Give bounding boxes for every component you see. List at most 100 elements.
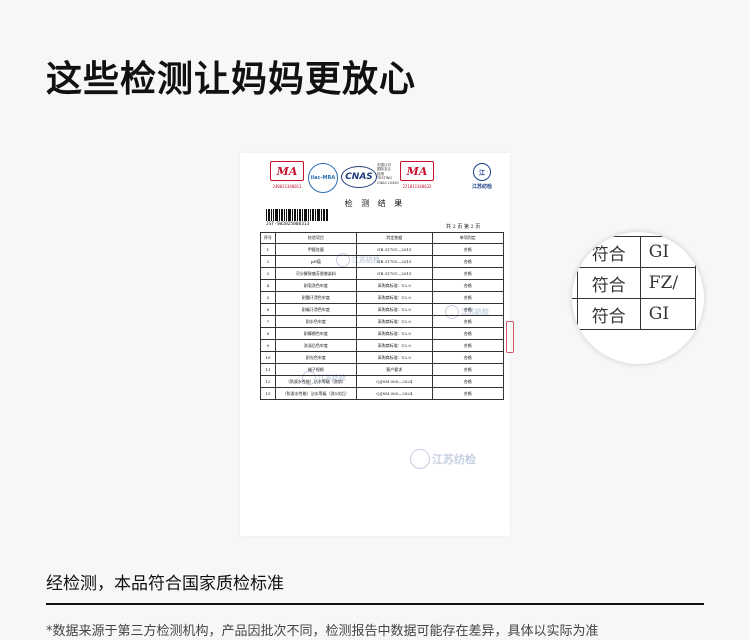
cell-result: 合格	[431, 327, 505, 340]
cell-no: 11	[260, 363, 276, 376]
zoom-cell: FZ/	[639, 267, 697, 299]
watermark: 江苏纺检	[445, 305, 489, 319]
page-info: 共 2 页 第 2 页	[446, 224, 481, 230]
zoom-cell: 符合	[576, 267, 641, 299]
watermark-logo-icon	[410, 449, 430, 469]
zoom-row: 符合 GI	[572, 298, 697, 330]
cell-item: 耐酸汗渍色牢度	[274, 291, 358, 304]
table-row: 1 甲醛含量 GB 31701—2015 合格	[260, 243, 505, 256]
cnas-side-line: CNAS L0450	[377, 180, 399, 185]
zoom-cell: 符合	[576, 236, 641, 268]
caption: 经检测，本品符合国家质检标准	[46, 574, 284, 594]
cell-no: 9	[260, 339, 276, 352]
table-row: 4 耐皂洗色牢度 采购商标准：V2.0 合格	[260, 279, 505, 292]
cell-basis: GB 31701—2015	[356, 267, 433, 280]
ma-logo-left: MA 240011340011	[270, 161, 304, 189]
ilac-mra-icon: ilac-MRA	[308, 163, 338, 193]
cell-result: 合格	[431, 339, 505, 352]
cell-item: 可分解致癌芳香胺染料	[274, 267, 358, 280]
header-no: 序号	[260, 232, 276, 244]
header-item: 检验项目	[274, 232, 358, 244]
magnified-detail: 符合 GI 符合 FZ/符合 GI	[572, 232, 704, 364]
cell-basis: 采购商标准：V2.0	[356, 303, 433, 316]
disclaimer: *数据来源于第三方检测机构，产品因批次不同，检测报告中数据可能存在差异，具体以实…	[46, 624, 599, 639]
cell-item: 耐摩擦色牢度	[274, 327, 358, 340]
cell-item: 耐光色牢度	[274, 351, 358, 364]
cell-result: 合格	[431, 363, 505, 376]
cell-basis: 采购商标准：V2.0	[356, 279, 433, 292]
table-row: 3 可分解致癌芳香胺染料 GB 31701—2015 合格	[260, 267, 505, 280]
cell-result: 合格	[431, 243, 505, 256]
zoom-cell: GI	[639, 298, 697, 330]
barcode-icon	[266, 209, 328, 221]
table-row: 10 耐光色牢度 采购商标准：V2.0 合格	[260, 351, 505, 364]
table-row: 13 （防泼水性能）沾水等级（洗5次后） Q/JSM 000—2024 合格	[260, 387, 505, 400]
cnas-icon: CNAS	[341, 166, 377, 188]
report-logos: MA 240011340011 ilac-MRA CNAS 中国认可 国际互认 …	[240, 153, 510, 203]
cell-result: 合格	[431, 375, 505, 388]
watermark-logo-icon	[336, 253, 350, 267]
cnas-side-text: 中国认可 国际互认 检测 TESTING CNAS L0450	[377, 163, 399, 185]
ma-mark-icon: MA	[270, 161, 304, 181]
cell-basis: Q/JSM 000—2024	[356, 387, 433, 400]
watermark-text: 江苏纺检	[432, 453, 476, 466]
ma-right-code: 221011340632	[402, 184, 432, 189]
brand-text: 江苏纺检	[472, 184, 493, 190]
watermark-text: 江苏纺检	[352, 256, 380, 264]
cell-no: 3	[260, 267, 276, 280]
headline: 这些检测让妈妈更放心	[46, 59, 417, 100]
cell-no: 10	[260, 351, 276, 364]
zoom-cell: 符合	[576, 298, 641, 330]
cell-item: 耐碱汗渍色牢度	[274, 303, 358, 316]
table-row: 8 耐摩擦色牢度 采购商标准：V2.0 合格	[260, 327, 505, 340]
divider	[46, 603, 704, 605]
zoomed-table: 符合 GI 符合 FZ/符合 GI	[572, 236, 697, 330]
brand-logo: 江 江苏纺检	[472, 163, 492, 190]
report-title: 检 测 结 果	[344, 199, 406, 208]
cell-basis: Q/JSM 000—2024	[356, 375, 433, 388]
cell-item: （防泼水性能）沾水等级（洗5次后）	[274, 387, 358, 400]
table-row: 12 （防泼水性能）沾水等级（洗前） Q/JSM 000—2024 合格	[260, 375, 505, 388]
cell-result: 合格	[431, 387, 505, 400]
cell-no: 2	[260, 255, 276, 268]
ma-left-code: 240011340011	[272, 184, 302, 189]
cell-basis: 采购商标准：V2.0	[356, 339, 433, 352]
cell-no: 7	[260, 315, 276, 328]
ma-mark-icon: MA	[400, 161, 434, 181]
cell-no: 12	[260, 375, 276, 388]
ilac-logo: ilac-MRA	[308, 163, 338, 193]
watermark: 江苏纺检	[336, 253, 380, 267]
cell-no: 5	[260, 291, 276, 304]
cell-result: 合格	[431, 279, 505, 292]
table-row: 9 洗涤后色牢度 采购商标准：V2.0 合格	[260, 339, 505, 352]
cell-item: 洗涤后色牢度	[274, 339, 358, 352]
cnas-logo: CNAS	[341, 163, 377, 191]
watermark-logo-icon	[302, 371, 316, 385]
report-number: JST-SW2025008313	[266, 222, 310, 227]
cell-no: 6	[260, 303, 276, 316]
cell-no: 13	[260, 387, 276, 400]
table-header-row: 序号 检验项目 判定依据 单项判定	[260, 232, 505, 244]
cell-no: 1	[260, 243, 276, 256]
cell-basis: 采购商标准：V2.0	[356, 351, 433, 364]
testing-institute-icon: 江	[473, 163, 491, 181]
cell-item: 耐水色牢度	[274, 315, 358, 328]
table-row: 11 绳子规格 客户要求 合格	[260, 363, 505, 376]
zoom-row: 符合 GI	[572, 236, 697, 268]
cell-item: 耐皂洗色牢度	[274, 279, 358, 292]
cell-basis: 采购商标准：V2.0	[356, 315, 433, 328]
ma-logo-right: MA 221011340632	[400, 161, 434, 189]
table-row: 5 耐酸汗渍色牢度 采购商标准：V2.0 合格	[260, 291, 505, 304]
cell-basis: 客户要求	[356, 363, 433, 376]
watermark: 江苏纺检	[410, 449, 476, 469]
cell-basis: 采购商标准：V2.0	[356, 291, 433, 304]
header-result: 单项判定	[431, 232, 505, 244]
cell-no: 8	[260, 327, 276, 340]
cell-basis: 采购商标准：V2.0	[356, 327, 433, 340]
zoom-cell: GI	[639, 236, 697, 268]
red-seal-stamp	[506, 321, 514, 353]
cell-result: 合格	[431, 351, 505, 364]
watermark: 江苏纺检	[302, 371, 346, 385]
table-row: 2 pH值 GB 31701—2015 合格	[260, 255, 505, 268]
cell-result: 合格	[431, 267, 505, 280]
